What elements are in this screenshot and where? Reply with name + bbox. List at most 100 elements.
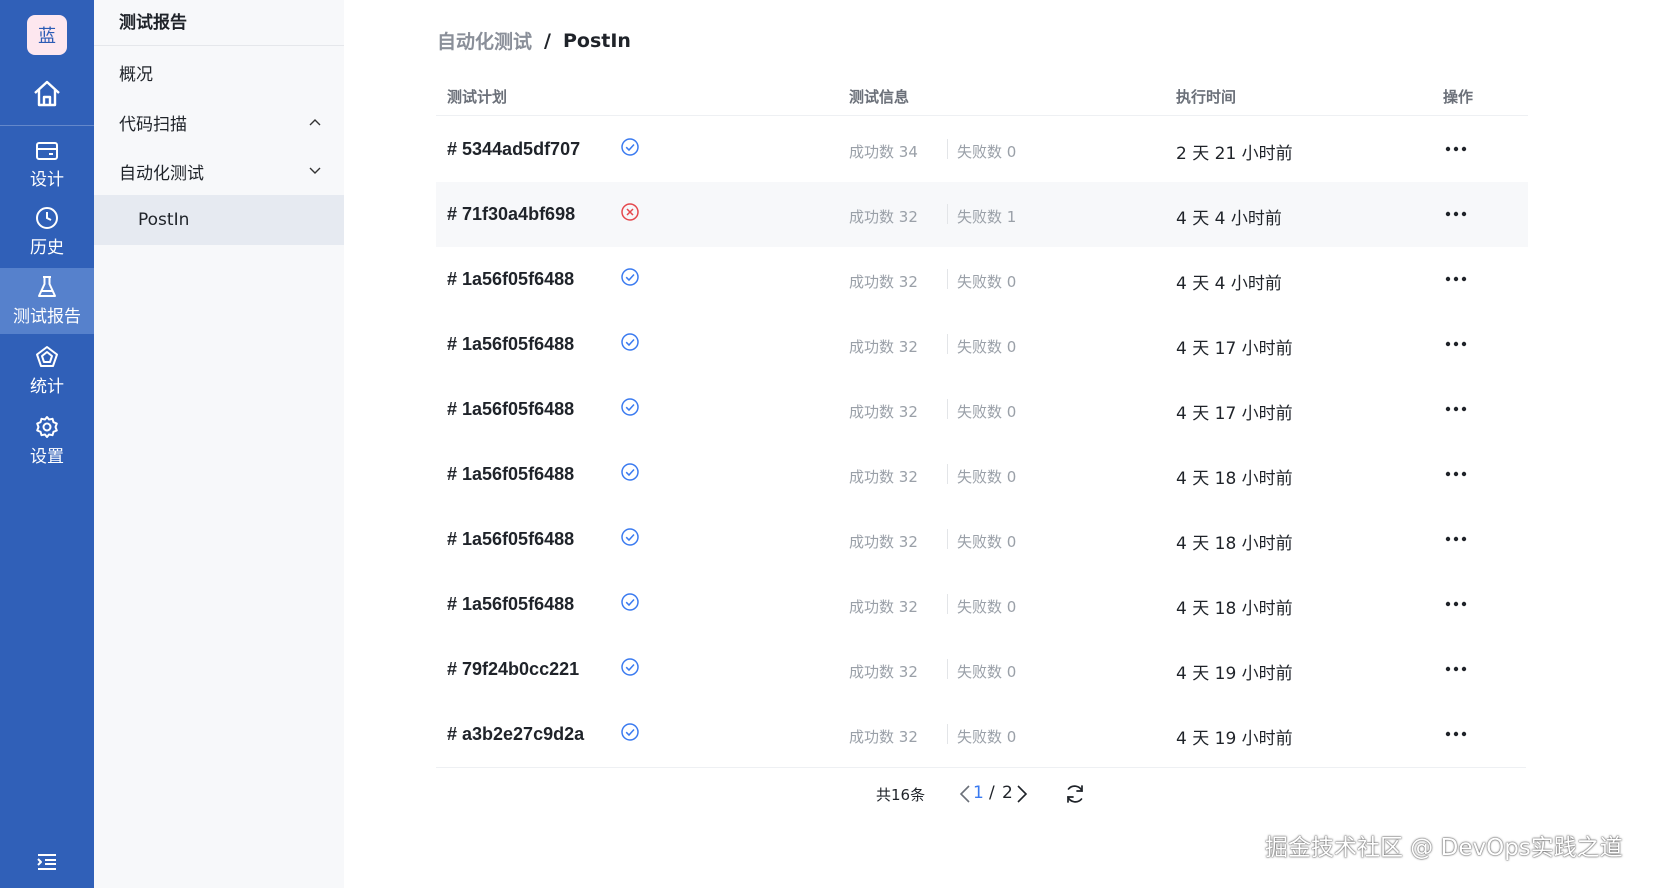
fail-value: 0 xyxy=(1006,533,1017,551)
table-row[interactable]: # 1a56f05f6488 成功数 32 失败数 0 4 天 18 小时前 xyxy=(436,507,1528,572)
next-page-icon[interactable] xyxy=(1015,783,1029,805)
fail-value: 0 xyxy=(1006,338,1017,356)
fail-label: 失败数 xyxy=(957,273,1003,291)
more-actions-button[interactable] xyxy=(1443,527,1469,551)
breadcrumb: 自动化测试 / PostIn xyxy=(437,27,631,54)
test-plan-id[interactable]: # 79f24b0cc221 xyxy=(447,659,579,680)
sidebar-item-automation-test[interactable]: 自动化测试 xyxy=(94,146,344,196)
x-circle-icon xyxy=(621,203,639,221)
fail-count: 失败数 0 xyxy=(957,141,1016,162)
info-divider xyxy=(947,464,948,484)
execution-time: 4 天 4 小时前 xyxy=(1176,274,1282,294)
info-divider xyxy=(947,594,948,614)
execution-time: 4 天 19 小时前 xyxy=(1176,664,1293,684)
watermark: 掘金技术社区 @ DevOps实践之道 xyxy=(1265,835,1623,861)
table-row[interactable]: # 1a56f05f6488 成功数 32 失败数 0 4 天 4 小时前 xyxy=(436,247,1528,312)
fail-label: 失败数 xyxy=(957,533,1003,551)
refresh-icon[interactable] xyxy=(1064,783,1086,805)
prev-page-icon[interactable] xyxy=(958,783,972,805)
more-actions-button[interactable] xyxy=(1443,332,1469,356)
success-count: 成功数 32 xyxy=(849,531,918,552)
fail-value: 0 xyxy=(1006,598,1017,616)
table-row[interactable]: # 71f30a4bf698 成功数 32 失败数 1 4 天 4 小时前 xyxy=(436,182,1528,247)
info-divider xyxy=(947,724,948,744)
execution-time: 4 天 18 小时前 xyxy=(1176,534,1293,554)
check-circle-icon xyxy=(621,723,639,741)
table-row[interactable]: # 1a56f05f6488 成功数 32 失败数 0 4 天 17 小时前 xyxy=(436,312,1528,377)
sidebar-item-code-scan[interactable]: 代码扫描 xyxy=(94,97,344,147)
more-actions-button[interactable] xyxy=(1443,657,1469,681)
rail-item-settings[interactable]: 设置 xyxy=(0,408,94,474)
fail-count: 失败数 0 xyxy=(957,661,1016,682)
pentagon-chart-icon xyxy=(36,346,58,367)
fail-label: 失败数 xyxy=(957,598,1003,616)
flask-icon xyxy=(38,276,56,297)
more-actions-button[interactable] xyxy=(1443,722,1469,746)
test-plan-id[interactable]: # 1a56f05f6488 xyxy=(447,529,574,550)
more-icon xyxy=(1445,276,1467,282)
check-circle-icon xyxy=(621,138,639,156)
more-actions-button[interactable] xyxy=(1443,267,1469,291)
table-row[interactable]: # 1a56f05f6488 成功数 32 失败数 0 4 天 18 小时前 xyxy=(436,572,1528,637)
table-header: 测试计划 测试信息 执行时间 操作 xyxy=(436,76,1528,116)
test-plan-id[interactable]: # 1a56f05f6488 xyxy=(447,594,574,615)
sidebar-title: 测试报告 xyxy=(94,0,344,46)
more-actions-button[interactable] xyxy=(1443,137,1469,161)
more-icon xyxy=(1445,666,1467,672)
test-plan-id[interactable]: # 1a56f05f6488 xyxy=(447,464,574,485)
test-plan-id[interactable]: # 1a56f05f6488 xyxy=(447,399,574,420)
rail-item-test-report[interactable]: 测试报告 xyxy=(0,268,94,334)
column-header-action: 操作 xyxy=(1443,88,1474,106)
fail-count: 失败数 0 xyxy=(957,466,1016,487)
more-actions-button[interactable] xyxy=(1443,397,1469,421)
info-divider xyxy=(947,334,948,354)
table-row[interactable]: # 1a56f05f6488 成功数 32 失败数 0 4 天 18 小时前 xyxy=(436,442,1528,507)
more-actions-button[interactable] xyxy=(1443,592,1469,616)
test-plan-id[interactable]: # 5344ad5df707 xyxy=(447,139,580,160)
more-icon xyxy=(1445,211,1467,217)
more-actions-button[interactable] xyxy=(1443,202,1469,226)
card-icon xyxy=(36,142,58,160)
check-circle-icon xyxy=(621,528,639,546)
fail-value: 0 xyxy=(1006,728,1017,746)
column-header-time: 执行时间 xyxy=(1176,88,1237,106)
success-label: 成功数 xyxy=(849,598,895,616)
collapse-menu-button[interactable] xyxy=(34,850,60,874)
success-count: 成功数 32 xyxy=(849,336,918,357)
table-bottom-divider xyxy=(436,767,1526,768)
info-divider xyxy=(947,399,948,419)
clock-icon xyxy=(36,207,58,229)
more-actions-button[interactable] xyxy=(1443,462,1469,486)
rail-item-label: 设计 xyxy=(30,170,64,190)
test-plan-id[interactable]: # 71f30a4bf698 xyxy=(447,204,575,225)
rail-item-statistics[interactable]: 统计 xyxy=(0,338,94,404)
sidebar-item-label: 代码扫描 xyxy=(119,114,187,135)
sidebar-item-postin[interactable]: PostIn xyxy=(94,195,344,245)
test-plan-id[interactable]: # a3b2e27c9d2a xyxy=(447,724,584,745)
test-plan-id[interactable]: # 1a56f05f6488 xyxy=(447,334,574,355)
fail-label: 失败数 xyxy=(957,208,1003,226)
table-row[interactable]: # 79f24b0cc221 成功数 32 失败数 0 4 天 19 小时前 xyxy=(436,637,1528,702)
execution-time: 4 天 17 小时前 xyxy=(1176,339,1293,359)
info-divider xyxy=(947,659,948,679)
app-logo[interactable]: 蓝 xyxy=(27,15,67,55)
test-plan-id[interactable]: # 1a56f05f6488 xyxy=(447,269,574,290)
home-button[interactable] xyxy=(27,74,67,114)
home-icon xyxy=(34,80,60,107)
check-circle-icon xyxy=(621,593,639,611)
table-row[interactable]: # a3b2e27c9d2a 成功数 32 失败数 0 4 天 19 小时前 xyxy=(436,702,1528,767)
sidebar-item-overview[interactable]: 概况 xyxy=(94,47,344,97)
success-label: 成功数 xyxy=(849,468,895,486)
rail-item-design[interactable]: 设计 xyxy=(0,132,94,198)
more-icon xyxy=(1445,471,1467,477)
rail-item-history[interactable]: 历史 xyxy=(0,199,94,265)
chevron-down-icon xyxy=(309,167,321,174)
success-value: 32 xyxy=(898,728,918,746)
more-icon xyxy=(1445,146,1467,152)
success-count: 成功数 32 xyxy=(849,596,918,617)
table-row[interactable]: # 1a56f05f6488 成功数 32 失败数 0 4 天 17 小时前 xyxy=(436,377,1528,442)
sidebar-item-label: 自动化测试 xyxy=(119,163,204,184)
execution-time: 4 天 19 小时前 xyxy=(1176,729,1293,749)
breadcrumb-parent[interactable]: 自动化测试 xyxy=(437,27,532,54)
table-row[interactable]: # 5344ad5df707 成功数 34 失败数 0 2 天 21 小时前 xyxy=(436,117,1528,182)
